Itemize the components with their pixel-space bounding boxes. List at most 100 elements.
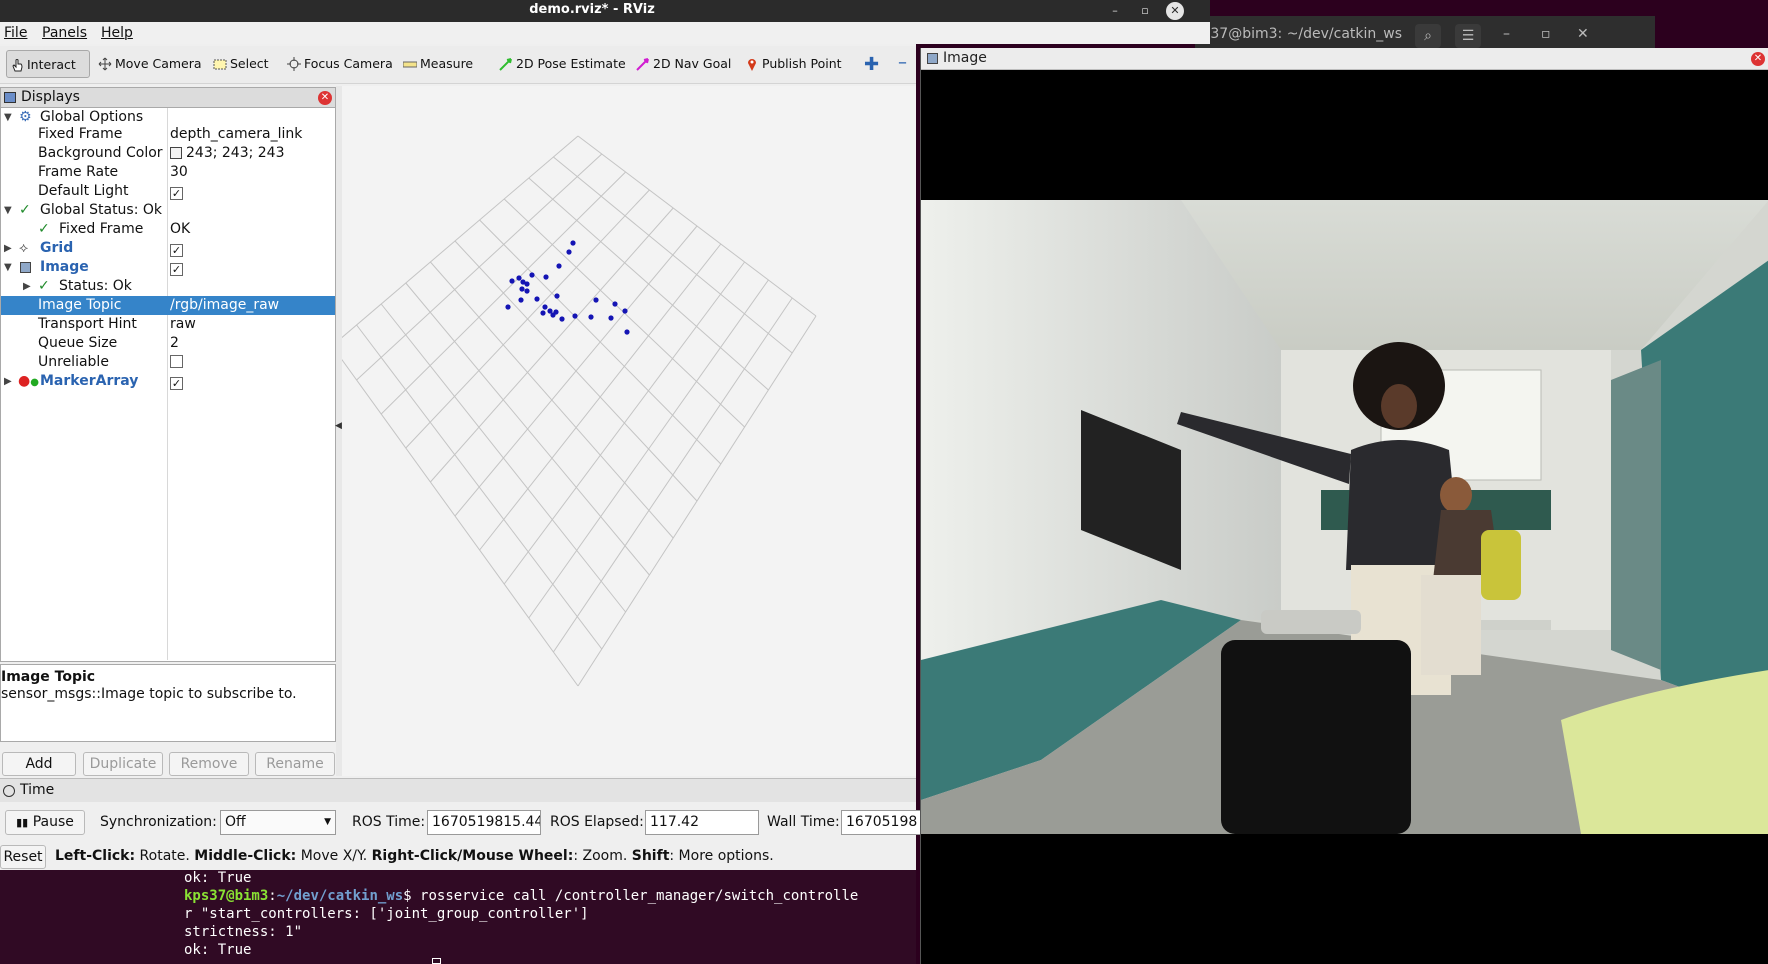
minimize-icon[interactable]: –	[1106, 2, 1124, 20]
marker-point	[543, 274, 549, 280]
color-swatch[interactable]	[170, 147, 182, 159]
marker-point	[622, 308, 628, 314]
tree-row-image-topic[interactable]: Image Topic /rgb/image_raw	[1, 296, 335, 315]
default-light-checkbox[interactable]: ✓	[170, 187, 183, 200]
close-icon[interactable]: ✕	[1577, 26, 1589, 42]
rviz-window: demo.rviz* - RViz – ▫ ✕ File Panels Help…	[0, 0, 1210, 964]
grid-enabled-checkbox[interactable]: ✓	[170, 244, 183, 257]
expand-right-icon[interactable]: ▶	[4, 372, 12, 391]
background-terminal-title: ks37@bim3: ~/dev/catkin_ws	[1195, 26, 1403, 42]
terminal-prompt-user: kps37@bim3	[184, 888, 269, 904]
tree-row-global-status[interactable]: ▼ ✓ Global Status: Ok	[1, 201, 335, 220]
marker-point	[509, 278, 515, 284]
reset-button[interactable]: Reset	[0, 845, 46, 869]
interact-tool-button[interactable]: Interact	[6, 50, 90, 78]
camera-photo-illustration	[921, 200, 1768, 834]
marker-point	[608, 315, 614, 321]
image-topic-value[interactable]: /rgb/image_raw	[170, 296, 279, 315]
select-tool-button[interactable]: Select	[210, 50, 275, 78]
pose-estimate-tool-button[interactable]: 2D Pose Estimate	[496, 50, 632, 78]
queue-size-value[interactable]: 2	[170, 334, 179, 353]
background-color-key: Background Color	[38, 145, 163, 161]
tree-row-fixed-frame[interactable]: Fixed Frame depth_camera_link	[1, 125, 335, 144]
magenta-arrow-icon	[636, 58, 649, 71]
tree-row-background-color[interactable]: Background Color 243; 243; 243	[1, 144, 335, 163]
tree-row-queue-size[interactable]: Queue Size 2	[1, 334, 335, 353]
menu-panels[interactable]: Panels	[42, 25, 87, 41]
add-tool-plus-icon[interactable]: ✚	[864, 54, 879, 75]
maximize-icon[interactable]: ▫	[1541, 26, 1551, 42]
queue-size-key: Queue Size	[38, 335, 118, 351]
publish-point-tool-button[interactable]: Publish Point	[742, 50, 848, 78]
hand-cursor-icon	[12, 59, 23, 72]
hamburger-menu-icon[interactable]: ☰	[1455, 24, 1481, 48]
minimize-icon[interactable]: –	[1503, 26, 1510, 42]
3d-render-view[interactable]	[331, 86, 916, 776]
rename-display-button[interactable]: Rename	[255, 752, 335, 776]
tree-row-image[interactable]: ▼ Image ✓	[1, 258, 335, 277]
ros-time-field[interactable]: 1670519815.44	[427, 810, 541, 835]
clock-icon	[3, 785, 15, 797]
nav-goal-tool-button[interactable]: 2D Nav Goal	[633, 50, 737, 78]
marker-point	[524, 288, 530, 294]
tree-row-default-light[interactable]: Default Light ✓	[1, 182, 335, 201]
tree-row-transport-hint[interactable]: Transport Hint raw	[1, 315, 335, 334]
pause-button[interactable]: ▮▮ Pause	[5, 810, 85, 835]
marker-point	[519, 286, 525, 292]
background-color-value-cell[interactable]: 243; 243; 243	[170, 144, 285, 163]
menu-file[interactable]: File	[4, 25, 27, 41]
maximize-icon[interactable]: ▫	[1136, 2, 1154, 20]
expand-right-icon[interactable]: ▶	[4, 239, 12, 258]
tree-row-status-fixed-frame[interactable]: ✓ Fixed Frame OK	[1, 220, 335, 239]
camera-image	[921, 200, 1768, 834]
focus-crosshair-icon	[287, 57, 301, 71]
expand-down-icon[interactable]: ▼	[4, 258, 12, 277]
pose-estimate-tool-label: 2D Pose Estimate	[516, 56, 626, 71]
marker-array-icon: ●●	[18, 373, 39, 389]
tree-row-frame-rate[interactable]: Frame Rate 30	[1, 163, 335, 182]
search-icon[interactable]: ⌕	[1415, 24, 1441, 48]
tree-row-grid[interactable]: ▶ ⟡ Grid ✓	[1, 239, 335, 258]
unreliable-checkbox[interactable]	[170, 355, 183, 368]
displays-panel-title: Displays	[21, 89, 80, 105]
green-arrow-icon	[499, 58, 512, 71]
close-icon[interactable]: ✕	[1166, 2, 1184, 20]
wall-time-field[interactable]: 16705198	[841, 810, 921, 835]
checkmark-icon: ✓	[19, 202, 31, 218]
grid-line	[454, 240, 698, 502]
marker-point	[505, 304, 511, 310]
remove-tool-minus-icon[interactable]: –	[898, 52, 907, 73]
marker-point	[559, 316, 565, 322]
image-enabled-checkbox[interactable]: ✓	[170, 263, 183, 276]
tree-row-unreliable[interactable]: Unreliable	[1, 353, 335, 372]
move-camera-tool-button[interactable]: Move Camera	[95, 50, 208, 78]
collapse-left-icon[interactable]: ◀	[335, 421, 342, 431]
checkmark-icon: ✓	[38, 278, 50, 294]
marker-array-enabled-checkbox[interactable]: ✓	[170, 377, 183, 390]
help-left-click: Left-Click:	[55, 848, 136, 864]
transport-hint-value[interactable]: raw	[170, 315, 196, 334]
duplicate-display-button[interactable]: Duplicate	[83, 752, 163, 776]
grid-icon: ⟡	[19, 240, 29, 256]
menu-help[interactable]: Help	[101, 25, 133, 41]
fixed-frame-value[interactable]: depth_camera_link	[170, 125, 302, 144]
close-panel-icon[interactable]: ✕	[1751, 52, 1765, 66]
synchronization-dropdown[interactable]: Off ▼	[220, 810, 336, 835]
terminal-window[interactable]: ok: True kps37@bim3:~/dev/catkin_ws$ ros…	[0, 870, 916, 964]
grid-line	[430, 261, 674, 539]
tree-row-marker-array[interactable]: ▶ ●● MarkerArray ✓	[1, 372, 335, 391]
ros-elapsed-field[interactable]: 117.42	[645, 810, 759, 835]
close-panel-icon[interactable]: ✕	[318, 91, 332, 105]
measure-tool-button[interactable]: Measure	[400, 50, 479, 78]
expand-right-icon[interactable]: ▶	[23, 277, 31, 296]
focus-camera-tool-button[interactable]: Focus Camera	[284, 50, 399, 78]
tree-row-image-status[interactable]: ▶ ✓ Status: Ok	[1, 277, 335, 296]
image-window[interactable]: Image ✕	[920, 48, 1768, 964]
tool-toolbar: Interact Move Camera Select Focus Camera…	[0, 46, 916, 84]
remove-display-button[interactable]: Remove	[169, 752, 249, 776]
terminal-line-1: ok: True	[184, 870, 252, 886]
expand-down-icon[interactable]: ▼	[4, 201, 12, 220]
add-display-button[interactable]: Add	[2, 752, 76, 776]
frame-rate-value[interactable]: 30	[170, 163, 188, 182]
marker-array-label: MarkerArray	[40, 373, 139, 389]
